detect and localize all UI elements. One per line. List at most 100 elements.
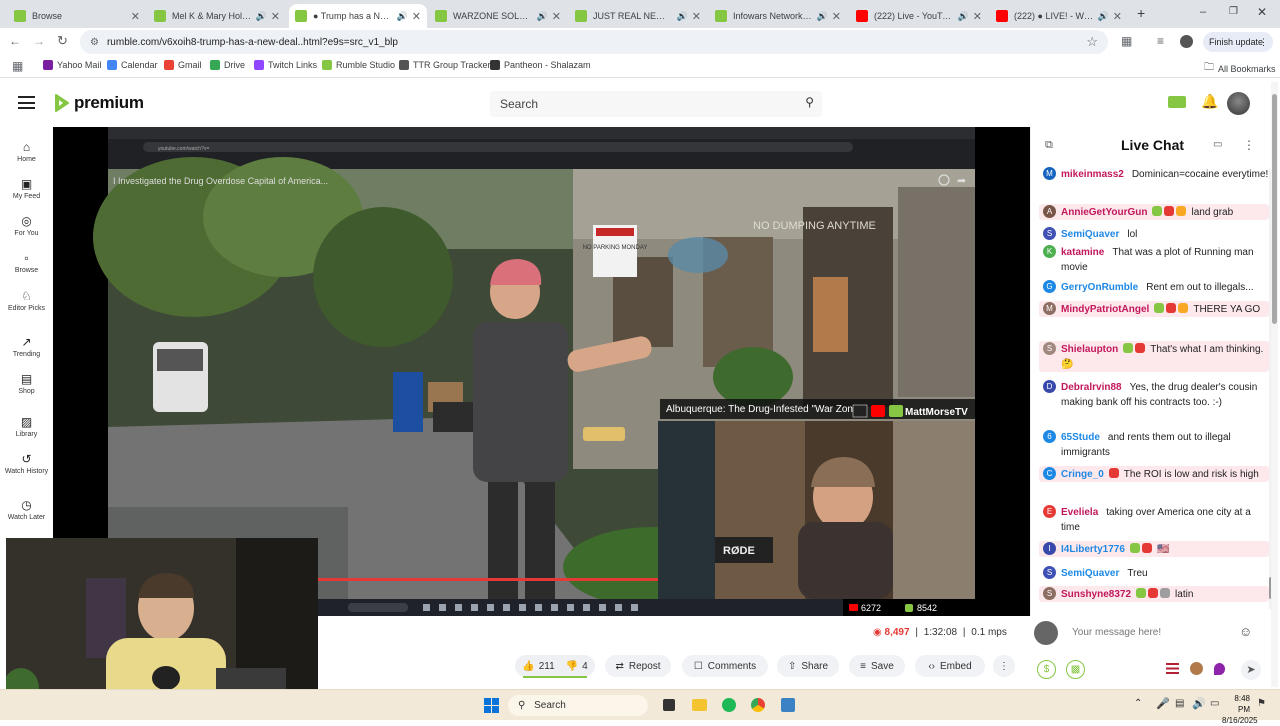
chat-message-input[interactable]: Your message here! bbox=[1072, 627, 1161, 638]
file-explorer-icon[interactable] bbox=[692, 699, 707, 711]
chat-username[interactable]: Shielaupton bbox=[1061, 344, 1118, 355]
page-scrollbar[interactable] bbox=[1271, 82, 1278, 687]
browser-tab[interactable]: Browse ✕ bbox=[8, 4, 146, 28]
bookmark-item[interactable]: Rumble Studio bbox=[322, 60, 395, 70]
tab-audio-icon[interactable]: 🔊 bbox=[397, 11, 408, 22]
sidebar-item[interactable]: ◎ For You bbox=[0, 215, 53, 238]
tab-close-icon[interactable]: ✕ bbox=[1113, 10, 1122, 23]
bookmark-item[interactable]: Drive bbox=[210, 60, 245, 70]
search-icon[interactable]: ⚲ bbox=[805, 95, 814, 109]
new-tab-button[interactable]: + bbox=[1137, 5, 1145, 21]
notification-center-icon[interactable]: ⚑ bbox=[1257, 698, 1266, 709]
popout-chat-icon[interactable]: ▭ bbox=[1213, 139, 1222, 150]
tab-audio-icon[interactable]: 🔊 bbox=[537, 11, 548, 22]
chat-username[interactable]: SemiQuaver bbox=[1061, 229, 1119, 240]
repost-button[interactable]: ⇄ Repost bbox=[605, 655, 671, 677]
volume-icon[interactable]: 🔊 bbox=[1192, 697, 1206, 710]
reload-icon[interactable]: ↻ bbox=[57, 33, 68, 49]
embed-button[interactable]: ‹› Embed bbox=[915, 655, 985, 677]
reading-list-icon[interactable]: ≡ bbox=[1157, 34, 1164, 48]
apps-grid-icon[interactable]: ▦ bbox=[12, 59, 23, 73]
address-bar[interactable]: ⚙ rumble.com/v6xoih8-trump-has-a-new-dea… bbox=[80, 30, 1108, 54]
url-text[interactable]: rumble.com/v6xoih8-trump-has-a-new-deal.… bbox=[107, 37, 398, 48]
back-icon[interactable]: ← bbox=[9, 34, 21, 48]
chat-username[interactable]: AnnieGetYourGun bbox=[1061, 207, 1147, 218]
tab-audio-icon[interactable]: 🔊 bbox=[256, 11, 267, 22]
spotify-icon[interactable] bbox=[722, 698, 736, 712]
profile-avatar[interactable] bbox=[1180, 35, 1193, 48]
more-actions-button[interactable]: ⋮ bbox=[993, 655, 1015, 677]
collapse-chat-icon[interactable]: ⧉ bbox=[1045, 139, 1053, 152]
microphone-icon[interactable]: 🎤 bbox=[1156, 697, 1170, 710]
chat-user-avatar[interactable]: I bbox=[1043, 542, 1056, 555]
chat-user-avatar[interactable]: S bbox=[1043, 566, 1056, 579]
page-scroll-thumb[interactable] bbox=[1272, 94, 1277, 324]
chat-username[interactable]: SemiQuaver bbox=[1061, 568, 1119, 579]
chat-username[interactable]: 65Stude bbox=[1061, 432, 1100, 443]
chat-username[interactable]: I4Liberty1776 bbox=[1061, 544, 1125, 555]
chat-user-avatar[interactable]: K bbox=[1043, 245, 1056, 258]
chat-username[interactable]: Debralrvin88 bbox=[1061, 382, 1122, 393]
sidebar-item[interactable]: ▨ Library bbox=[0, 416, 53, 439]
chat-username[interactable]: Eveliela bbox=[1061, 507, 1098, 518]
chat-user-avatar[interactable]: E bbox=[1043, 505, 1056, 518]
rumble-logo[interactable]: premium bbox=[53, 93, 144, 113]
notifications-bell-icon[interactable]: 🔔 bbox=[1201, 93, 1218, 110]
browser-tab[interactable]: ● Trump has a NEW D 🔊 ✕ bbox=[289, 4, 427, 28]
browser-tab[interactable]: Mel K & Mary Holland 🔊 ✕ bbox=[148, 4, 286, 28]
browser-tab[interactable]: JUST REAL NEWS AND 🔊 ✕ bbox=[569, 4, 707, 28]
chat-user-avatar[interactable]: S bbox=[1043, 587, 1056, 600]
task-view-icon[interactable] bbox=[663, 699, 675, 711]
chat-user-avatar[interactable]: S bbox=[1043, 342, 1056, 355]
hamburger-menu-icon[interactable] bbox=[18, 96, 35, 109]
dislike-button[interactable]: 👎 4 bbox=[566, 661, 588, 672]
tab-close-icon[interactable]: ✕ bbox=[412, 10, 421, 23]
clock[interactable]: 8:48 PM 8/16/2025 bbox=[1222, 693, 1258, 726]
save-button[interactable]: ≡ Save bbox=[849, 655, 905, 677]
browser-tab[interactable]: WARZONE SOLO CHA 🔊 ✕ bbox=[429, 4, 567, 28]
bookmark-item[interactable]: TTR Group Tracker bbox=[399, 60, 491, 70]
bookmark-item[interactable]: Yahoo Mail bbox=[43, 60, 101, 70]
like-button[interactable]: 👍 211 bbox=[522, 661, 554, 672]
tray-chevron-icon[interactable]: ⌃ bbox=[1134, 698, 1142, 709]
tab-audio-icon[interactable]: 🔊 bbox=[1098, 11, 1109, 22]
search-box[interactable]: Search ⚲ bbox=[490, 91, 822, 117]
chat-user-avatar[interactable]: G bbox=[1043, 280, 1056, 293]
sidebar-item[interactable]: ◷ Watch Later bbox=[0, 499, 53, 522]
taskbar-search[interactable]: ⚲ Search bbox=[508, 695, 648, 716]
chat-user-avatar[interactable]: M bbox=[1043, 302, 1056, 315]
purple-emote-icon[interactable] bbox=[1214, 663, 1225, 675]
app-icon[interactable] bbox=[781, 698, 795, 712]
extensions-icon[interactable]: ▦ bbox=[1121, 34, 1132, 48]
sidebar-item[interactable]: ▤ Shop bbox=[0, 373, 53, 396]
chat-more-icon[interactable]: ⋮ bbox=[1243, 138, 1255, 152]
chat-username[interactable]: MindyPatriotAngel bbox=[1061, 304, 1149, 315]
bookmark-item[interactable]: Calendar bbox=[107, 60, 158, 70]
chat-user-avatar[interactable]: S bbox=[1043, 227, 1056, 240]
battery-icon[interactable]: ▭ bbox=[1210, 698, 1219, 709]
search-input[interactable]: Search bbox=[500, 97, 538, 111]
tab-close-icon[interactable]: ✕ bbox=[271, 10, 280, 23]
finish-update-button[interactable]: Finish update ⋮ bbox=[1203, 32, 1273, 52]
sidebar-item[interactable]: ▣ My Feed bbox=[0, 178, 53, 201]
chat-username[interactable]: Sunshyne8372 bbox=[1061, 589, 1131, 600]
chat-username[interactable]: katamine bbox=[1061, 247, 1104, 258]
tab-close-icon[interactable]: ✕ bbox=[131, 10, 140, 23]
avatar-emote-icon[interactable] bbox=[1190, 662, 1203, 675]
tab-close-icon[interactable]: ✕ bbox=[692, 10, 701, 23]
bookmark-item[interactable]: Pantheon - Shalazam bbox=[490, 60, 591, 70]
sidebar-item[interactable]: ↺ Watch History bbox=[0, 453, 53, 476]
chat-username[interactable]: GerryOnRumble bbox=[1061, 282, 1138, 293]
chat-user-avatar[interactable]: C bbox=[1043, 467, 1056, 480]
chat-user-avatar[interactable]: A bbox=[1043, 205, 1056, 218]
chat-username[interactable]: mikeinmass2 bbox=[1061, 169, 1124, 180]
sidebar-item[interactable]: ↗ Trending bbox=[0, 336, 53, 359]
forward-icon[interactable]: → bbox=[33, 34, 45, 48]
tab-audio-icon[interactable]: 🔊 bbox=[677, 11, 688, 22]
restore-icon[interactable]: ❐ bbox=[1229, 6, 1238, 17]
network-icon[interactable]: ▤ bbox=[1175, 698, 1184, 709]
rant-dollar-icon[interactable]: $ bbox=[1037, 660, 1056, 679]
emoji-icon[interactable]: ☺ bbox=[1239, 624, 1252, 639]
sidebar-item[interactable]: ▫ Browse bbox=[0, 252, 53, 275]
share-button[interactable]: ⇧ Share bbox=[777, 655, 839, 677]
